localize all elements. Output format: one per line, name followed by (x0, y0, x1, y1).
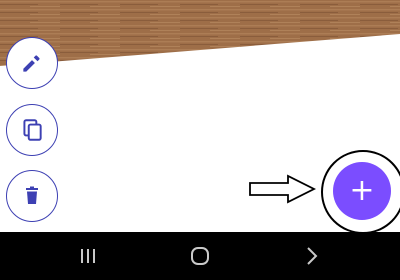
edit-button[interactable] (6, 37, 58, 89)
pencil-icon (23, 55, 40, 72)
recent-apps-button[interactable] (68, 232, 108, 280)
add-fab-button[interactable]: + (333, 162, 391, 220)
arrow-right-icon (249, 174, 317, 204)
trash-icon (26, 186, 38, 204)
back-chevron-icon (307, 247, 318, 265)
home-icon (191, 247, 209, 265)
navigation-bar (0, 232, 400, 280)
home-button[interactable] (180, 232, 220, 280)
copy-button[interactable] (6, 104, 58, 156)
copy-icon (23, 119, 42, 141)
back-button[interactable] (292, 232, 332, 280)
wooden-surface-background (0, 0, 400, 66)
delete-button[interactable] (6, 170, 58, 222)
recent-apps-icon (81, 249, 95, 263)
